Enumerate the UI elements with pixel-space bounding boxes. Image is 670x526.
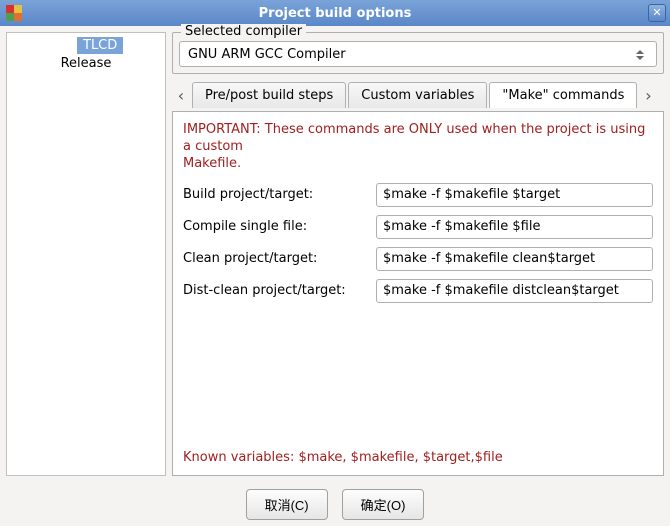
tab-pre-post-build[interactable]: Pre/post build steps: [192, 82, 346, 108]
tab-make-commands[interactable]: "Make" commands: [489, 82, 637, 108]
make-warning: IMPORTANT: These commands are ONLY used …: [183, 122, 653, 173]
label-clean: Clean project/target:: [183, 251, 368, 266]
chevron-updown-icon: [636, 46, 650, 64]
titlebar: Project build options ✕: [0, 0, 670, 26]
tabs-scroll-right[interactable]: ›: [639, 82, 657, 108]
input-clean[interactable]: [376, 247, 653, 271]
sidebar-item-release[interactable]: Release: [15, 54, 157, 73]
targets-tree[interactable]: TLCD Release: [6, 32, 166, 476]
cancel-button[interactable]: 取消(C): [246, 489, 328, 520]
close-icon[interactable]: ✕: [648, 4, 666, 22]
tab-panel-make: IMPORTANT: These commands are ONLY used …: [172, 111, 664, 476]
tabs-row: ‹ Pre/post build steps Custom variables …: [172, 82, 664, 108]
tab-custom-variables[interactable]: Custom variables: [348, 82, 487, 108]
known-variables: Known variables: $make, $makefile, $targ…: [183, 450, 653, 465]
input-build[interactable]: [376, 183, 653, 207]
sidebar-item-tlcd[interactable]: TLCD: [77, 37, 123, 54]
compiler-select[interactable]: GNU ARM GCC Compiler: [179, 41, 657, 67]
compiler-fieldset: Selected compiler GNU ARM GCC Compiler: [172, 32, 664, 74]
label-build: Build project/target:: [183, 187, 368, 202]
input-compile[interactable]: [376, 215, 653, 239]
input-distclean[interactable]: [376, 279, 653, 303]
tabs-scroll-left[interactable]: ‹: [172, 82, 190, 108]
compiler-legend: Selected compiler: [181, 24, 306, 39]
ok-button[interactable]: 确定(O): [342, 489, 425, 520]
window-title: Project build options: [0, 6, 670, 21]
label-distclean: Dist-clean project/target:: [183, 283, 368, 298]
dialog-buttons: 取消(C) 确定(O): [0, 482, 670, 526]
label-compile: Compile single file:: [183, 219, 368, 234]
compiler-value: GNU ARM GCC Compiler: [188, 47, 346, 62]
